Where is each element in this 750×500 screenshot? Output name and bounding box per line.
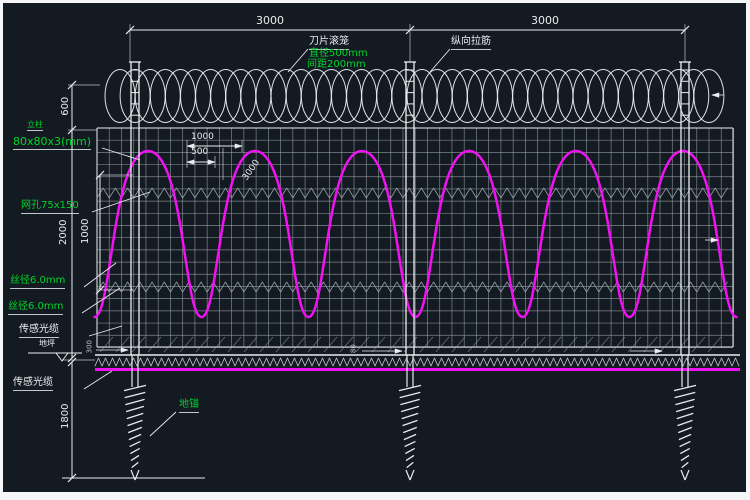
- dim-mesh-height: 1000: [81, 213, 92, 249]
- post-label: 立柱: [27, 121, 43, 131]
- dim-left-offset: 300: [86, 337, 93, 357]
- dim-top-span-right: 3000: [510, 15, 580, 27]
- mesh-spec-label: 网孔75x150: [21, 201, 79, 214]
- dim-coil-height: 600: [61, 90, 72, 122]
- dim-post-offset: 80: [350, 340, 357, 358]
- dim-underground-depth: 1800: [61, 398, 72, 434]
- ground-level-label: 地坪: [39, 340, 55, 348]
- wire-diameter-label-2: 丝径6.0mm: [8, 302, 63, 315]
- dim-top-span-left: 3000: [235, 15, 305, 27]
- dim-top: [126, 24, 689, 62]
- fence-drawing: [0, 0, 750, 500]
- dim-mid-half: 500: [191, 148, 208, 157]
- dim-fence-height: 2000: [59, 214, 70, 250]
- sensor-cable-lower-label: 传感光缆: [13, 378, 53, 391]
- leaders: [82, 49, 450, 436]
- wire-diameter-label-1: 丝径6.0mm: [10, 276, 65, 289]
- coil-diameter-label: 直径500mm: [309, 49, 368, 60]
- cad-sheet: 3000 3000 刀片滚笼 直径500mm 间距200mm 纵向拉筋 立柱 8…: [0, 0, 750, 500]
- coil-spacing-label: 间距200mm: [307, 60, 366, 71]
- tie-bar-label: 纵向拉筋: [451, 37, 491, 50]
- post-spec-label: 80x80x3(mm): [13, 136, 91, 150]
- sensor-cable-upper-label: 传感光缆: [19, 325, 59, 338]
- dim-mid-width: 1000: [191, 133, 214, 142]
- ground-anchor-label: 地锚: [179, 400, 199, 413]
- ground: [28, 337, 740, 366]
- posts: [124, 62, 696, 480]
